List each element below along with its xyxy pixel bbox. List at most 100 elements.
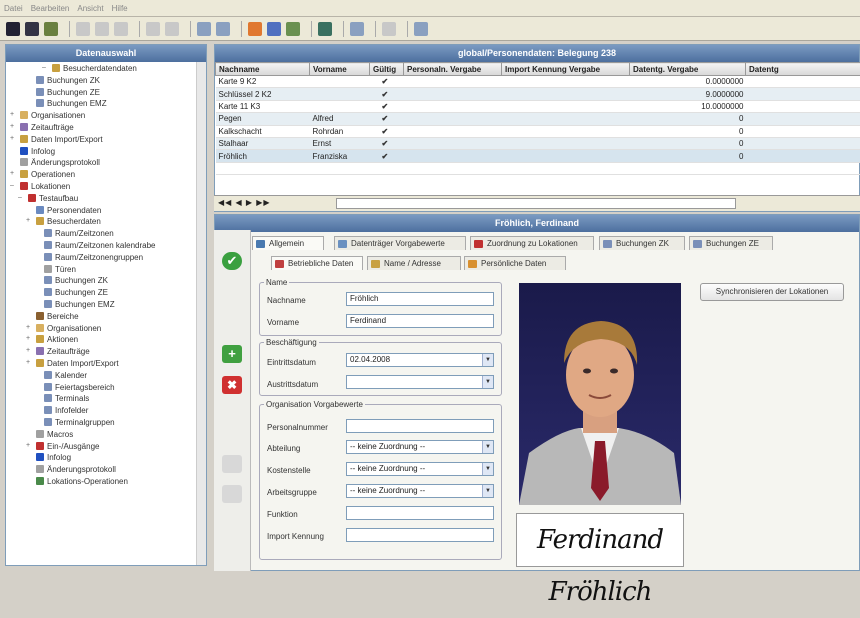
table-cell[interactable]: [310, 100, 370, 112]
tree-item[interactable]: Terminalgruppen: [44, 418, 115, 429]
table-cell[interactable]: ✔: [370, 113, 404, 125]
table-cell[interactable]: Stalhaar: [216, 137, 310, 149]
table-cell[interactable]: Karte 11 K3: [216, 100, 310, 112]
delete-icon[interactable]: ✖: [222, 376, 242, 394]
disabled-button[interactable]: [222, 455, 242, 473]
tree-item[interactable]: Terminals: [44, 394, 89, 405]
filter-icon[interactable]: [146, 22, 160, 36]
sync-locations-button[interactable]: Synchronisieren der Lokationen: [700, 283, 844, 301]
tree-item[interactable]: Buchungen ZE: [44, 288, 108, 299]
table-cell[interactable]: [404, 125, 502, 137]
table-cell[interactable]: ✔: [370, 137, 404, 149]
table-cell[interactable]: 0.0000000: [630, 76, 746, 88]
table-cell[interactable]: [502, 76, 630, 88]
table-cell[interactable]: [404, 88, 502, 100]
tree-item[interactable]: Zeitaufträge: [20, 123, 74, 134]
tree-item[interactable]: Bereiche: [36, 312, 79, 323]
tree-item[interactable]: Infolog: [20, 147, 55, 158]
tree-item[interactable]: Änderungsprotokoll: [20, 158, 100, 169]
kostenstelle-select[interactable]: -- keine Zuordnung --▼: [346, 462, 494, 476]
table-icon[interactable]: [267, 22, 281, 36]
table-row[interactable]: KalkschachtRohrdan✔0: [216, 125, 860, 137]
table-cell[interactable]: [746, 137, 860, 149]
table-row[interactable]: Schlüssel 2 K2✔9.0000000: [216, 88, 860, 100]
tree-item[interactable]: Organisationen: [36, 324, 101, 335]
subtab-2[interactable]: Persönliche Daten: [464, 256, 566, 270]
tree-icon[interactable]: [286, 22, 300, 36]
table-cell[interactable]: [502, 125, 630, 137]
table-cell[interactable]: Ernst: [310, 137, 370, 149]
menu-hilfe[interactable]: Hilfe: [112, 4, 128, 13]
menu-datei[interactable]: Datei: [4, 4, 23, 13]
expand-toggle[interactable]: –: [42, 64, 46, 71]
tree-item[interactable]: Kalender: [44, 371, 87, 382]
tab-0[interactable]: Allgemein: [252, 236, 324, 250]
confirm-icon[interactable]: ✔: [222, 252, 242, 270]
tree-item[interactable]: Raum/Zeitzonen kalendrabe: [44, 241, 156, 252]
table-cell[interactable]: [746, 88, 860, 100]
nachname-field[interactable]: Fröhlich: [346, 292, 494, 306]
tree-item[interactable]: Daten Import/Export: [20, 135, 103, 146]
column-header[interactable]: Import Kennung Vergabe: [502, 63, 630, 76]
table-cell[interactable]: [404, 150, 502, 162]
table-cell[interactable]: [310, 88, 370, 100]
tab-3[interactable]: Buchungen ZK: [599, 236, 685, 250]
column-header[interactable]: Gültig: [370, 63, 404, 76]
table-cell[interactable]: [502, 113, 630, 125]
arbeitsgruppe-select[interactable]: -- keine Zuordnung --▼: [346, 484, 494, 498]
table-cell[interactable]: 0: [630, 113, 746, 125]
table-cell[interactable]: Schlüssel 2 K2: [216, 88, 310, 100]
chevron-down-icon[interactable]: ▼: [482, 376, 493, 388]
abteilung-select[interactable]: -- keine Zuordnung --▼: [346, 440, 494, 454]
table-cell[interactable]: 0: [630, 150, 746, 162]
table-cell[interactable]: [404, 76, 502, 88]
column-header[interactable]: Datentg. Vergabe: [630, 63, 746, 76]
tree-item[interactable]: Feiertagsbereich: [44, 383, 115, 394]
tab-4[interactable]: Buchungen ZE: [689, 236, 773, 250]
table-cell[interactable]: [404, 137, 502, 149]
table-row[interactable]: FröhlichFranziska✔0: [216, 150, 860, 162]
table-cell[interactable]: Pegen: [216, 113, 310, 125]
table-cell[interactable]: ✔: [370, 76, 404, 88]
grid-navigator[interactable]: ◀◀ ◀ ▶ ▶▶: [214, 195, 860, 211]
open-icon[interactable]: [44, 22, 58, 36]
tab-1[interactable]: Datenträger Vorgabewerte: [334, 236, 466, 250]
tree-item[interactable]: Macros: [36, 430, 73, 441]
table-cell[interactable]: [502, 100, 630, 112]
tree-item[interactable]: Buchungen ZK: [36, 76, 100, 87]
column-header[interactable]: Nachname: [216, 63, 310, 76]
column-header[interactable]: Vorname: [310, 63, 370, 76]
chevron-down-icon[interactable]: ▼: [482, 463, 493, 475]
print-icon[interactable]: [382, 22, 396, 36]
personalnummer-field[interactable]: [346, 419, 494, 433]
tree-item[interactable]: Operationen: [20, 170, 75, 181]
tree-item[interactable]: Infofelder: [44, 406, 88, 417]
table-cell[interactable]: [404, 100, 502, 112]
expand-toggle[interactable]: +: [10, 123, 14, 130]
expand-toggle[interactable]: –: [10, 182, 14, 189]
expand-toggle[interactable]: +: [26, 217, 30, 224]
table-cell[interactable]: ✔: [370, 88, 404, 100]
user-icon[interactable]: [318, 22, 332, 36]
austritt-date-field[interactable]: ▼: [346, 375, 494, 389]
chevron-down-icon[interactable]: ▼: [482, 354, 493, 366]
expand-toggle[interactable]: +: [26, 359, 30, 366]
tree-item[interactable]: Besucherdatendaten: [52, 64, 137, 75]
expand-toggle[interactable]: +: [10, 135, 14, 142]
table-cell[interactable]: [746, 100, 860, 112]
tree-item[interactable]: Lokations-Operationen: [36, 477, 128, 488]
table-cell[interactable]: [746, 76, 860, 88]
table-cell[interactable]: [746, 125, 860, 137]
subtab-1[interactable]: Name / Adresse: [367, 256, 461, 270]
tree-item[interactable]: Raum/Zeitzonengruppen: [44, 253, 143, 264]
tree-item[interactable]: Personendaten: [36, 206, 101, 217]
tab-2[interactable]: Zuordnung zu Lokationen: [470, 236, 594, 250]
table-cell[interactable]: 0: [630, 125, 746, 137]
tree-item[interactable]: Aktionen: [36, 335, 78, 346]
table-cell[interactable]: [310, 76, 370, 88]
horizontal-scrollbar[interactable]: [336, 198, 736, 209]
tree-item[interactable]: Lokationen: [20, 182, 70, 193]
expand-toggle[interactable]: –: [18, 194, 22, 201]
table-row[interactable]: StalhaarErnst✔0: [216, 137, 860, 149]
table-cell[interactable]: [502, 88, 630, 100]
